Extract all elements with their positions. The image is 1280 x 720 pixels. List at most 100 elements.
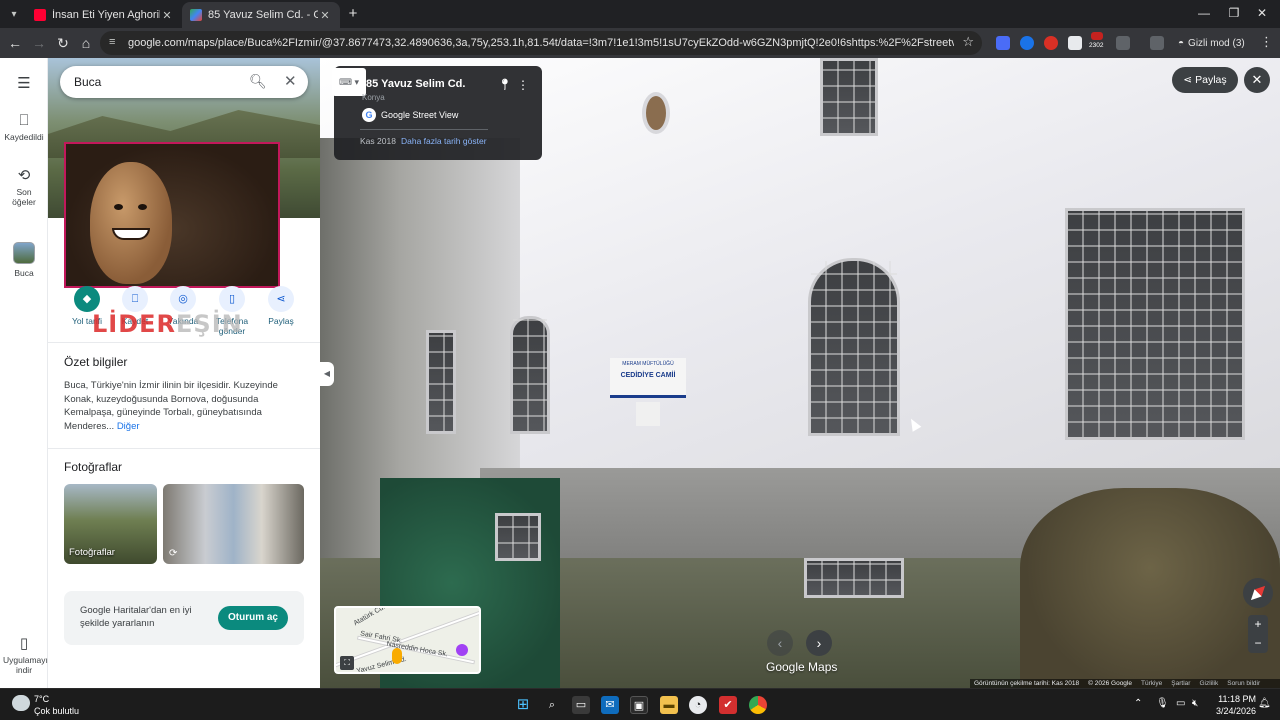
footer-capture-date: Görüntünün çekilme tarihi: Kas 2018: [974, 680, 1080, 687]
tab-close-icon[interactable]: ✕: [160, 9, 174, 22]
footer-region-link[interactable]: Türkiye: [1141, 680, 1162, 687]
webcam-overlay: [64, 142, 280, 288]
search-input[interactable]: Buca: [74, 75, 101, 89]
footer-privacy-link[interactable]: Gizlilik: [1199, 680, 1218, 687]
new-tab-button[interactable]: +: [344, 5, 362, 22]
address-bar[interactable]: ≡ google.com/maps/place/Buca%2FIzmir/@37…: [100, 31, 982, 55]
microphone-icon[interactable]: 🎙︎: [1156, 698, 1169, 709]
more-options-icon[interactable]: ⋮: [517, 78, 529, 92]
more-dates-link[interactable]: Daha fazla tarih göster: [401, 136, 487, 146]
street-view-address: 85 Yavuz Selim Cd.: [366, 78, 466, 90]
share-button[interactable]: ⋖ Paylaş: [254, 286, 308, 326]
close-street-view-icon[interactable]: ✕: [1244, 67, 1270, 93]
poi-icon[interactable]: [456, 644, 468, 656]
extension-icon[interactable]: [1068, 36, 1082, 50]
weather-cloud-icon[interactable]: [12, 695, 30, 711]
rail-item-recent[interactable]: ⟲ Son öğeler: [0, 166, 48, 207]
clear-search-icon[interactable]: ✕: [284, 72, 297, 90]
history-icon: ⟲: [17, 167, 31, 184]
footer-terms-link[interactable]: Şartlar: [1171, 680, 1190, 687]
extensions-puzzle-icon[interactable]: [1116, 36, 1130, 50]
street-view-provider: Google Street View: [381, 110, 459, 120]
minimize-icon[interactable]: —: [1194, 6, 1214, 20]
store-icon[interactable]: ▣: [630, 696, 648, 714]
rail-item-get-app[interactable]: ▯ Uygulamayı indir: [0, 634, 48, 675]
forward-icon[interactable]: →: [30, 34, 48, 52]
zoom-out-button[interactable]: −: [1248, 634, 1268, 653]
place-thumbnail: [13, 242, 35, 264]
place-panel: Buca 🔍︎ ✕ ◆ Yol tarifi ⎕ Kaydet ◎ Yakınd…: [48, 58, 320, 688]
google-maps-logo: Google Maps: [766, 660, 838, 674]
tab-search-list-icon[interactable]: [1150, 36, 1164, 50]
bookmark-star-icon[interactable]: ☆: [962, 34, 974, 50]
overview-title: Özet bilgiler: [64, 355, 128, 369]
rail-item-label: Buca: [14, 268, 34, 278]
street-view-360-icon: ⟳: [169, 548, 178, 559]
outlook-icon[interactable]: ✉: [601, 696, 619, 714]
tab-search-icon[interactable]: ▾: [4, 4, 24, 24]
extension-icon[interactable]: [1091, 32, 1103, 40]
collapse-panel-button[interactable]: ◀: [320, 362, 334, 386]
reload-icon[interactable]: ↻: [54, 34, 72, 52]
next-image-button[interactable]: ›: [806, 630, 832, 656]
signin-card: Google Haritalar'dan en iyi şekilde yara…: [64, 591, 304, 645]
window-close-icon[interactable]: ✕: [1252, 6, 1272, 20]
extension-icon[interactable]: [996, 36, 1010, 50]
home-icon[interactable]: ⌂: [77, 34, 95, 52]
round-window: [642, 92, 670, 134]
chrome-icon[interactable]: [749, 696, 767, 714]
expand-map-icon[interactable]: ⛶: [340, 656, 354, 670]
extension-icon[interactable]: [1020, 36, 1034, 50]
footer-report-link[interactable]: Sorun bildir: [1227, 680, 1260, 687]
potato-face-image: [90, 162, 172, 284]
search-box[interactable]: Buca 🔍︎ ✕: [60, 66, 308, 98]
restore-icon[interactable]: ❐: [1224, 6, 1244, 20]
incognito-indicator[interactable]: ◓ Gizli mod (3): [1178, 34, 1245, 52]
mini-map[interactable]: Atatürk Cd. Sair Fahri Sk. Nasreddin Hoc…: [334, 606, 481, 674]
rail-item-buca[interactable]: Buca: [0, 242, 48, 278]
nearby-icon: ◎: [170, 286, 196, 312]
photo-thumbnail[interactable]: Fotoğraflar: [64, 484, 157, 564]
browser-menu-icon[interactable]: ⋮: [1260, 34, 1273, 50]
zoom-in-button[interactable]: +: [1248, 615, 1268, 634]
search-icon[interactable]: ⌕: [543, 696, 561, 714]
weather-desc[interactable]: Çok bulutlu: [34, 706, 79, 716]
app-red-icon[interactable]: ✔: [719, 696, 737, 714]
keyboard-icon[interactable]: ⌨ ▾: [332, 68, 366, 96]
browser-tab[interactable]: İnsan Eti Yiyen Aghoriler | Ölüle ✕: [26, 2, 182, 28]
search-icon[interactable]: 🔍︎: [249, 73, 267, 90]
pegman-icon[interactable]: [392, 648, 402, 664]
location-pin-icon[interactable]: 📍︎: [498, 78, 512, 91]
menu-button[interactable]: ☰: [0, 74, 48, 95]
site-info-icon[interactable]: ≡: [109, 36, 115, 48]
signin-button[interactable]: Oturum aç: [218, 606, 288, 630]
volume-icon[interactable]: 🔇︎: [1192, 698, 1198, 709]
app-icon[interactable]: ◔: [689, 696, 707, 714]
street-view-share-button[interactable]: ⋖ Paylaş: [1172, 67, 1238, 93]
clock-date[interactable]: 3/24/2026: [1210, 706, 1256, 716]
directions-icon: ◆: [74, 286, 100, 312]
back-icon[interactable]: ←: [6, 34, 24, 52]
weather-temp[interactable]: 7°C: [34, 694, 49, 704]
browser-tabstrip: ▾ İnsan Eti Yiyen Aghoriler | Ölüle ✕ 85…: [0, 0, 1280, 28]
divider: [48, 448, 320, 449]
extension-icon[interactable]: [1044, 36, 1058, 50]
network-icon[interactable]: ▭: [1176, 698, 1185, 709]
task-view-icon[interactable]: ▭: [572, 696, 590, 714]
compass-icon[interactable]: [1243, 578, 1273, 608]
watermark-logo: LİDEREŞİN: [92, 310, 243, 338]
file-explorer-icon[interactable]: ▬: [660, 696, 678, 714]
hamburger-menu-icon: ☰: [17, 75, 31, 92]
url-text[interactable]: google.com/maps/place/Buca%2FIzmir/@37.8…: [128, 37, 954, 49]
start-icon[interactable]: ⊞: [514, 696, 532, 714]
tab-close-icon[interactable]: ✕: [318, 9, 332, 22]
tray-overflow-icon[interactable]: ⌃: [1134, 698, 1142, 709]
notifications-icon[interactable]: 🔔︎: [1258, 698, 1271, 709]
more-link[interactable]: Diğer: [117, 421, 140, 432]
previous-image-button[interactable]: ‹: [767, 630, 793, 656]
clock-time[interactable]: 11:18 PM: [1214, 694, 1256, 704]
street-view-info-card: ⌨ ▾ 85 Yavuz Selim Cd. Konya 📍︎ ⋮ G Goog…: [332, 66, 542, 160]
browser-tab-active[interactable]: 85 Yavuz Selim Cd. - Google Ha ✕: [182, 2, 340, 28]
street-view-thumbnail[interactable]: ⟳: [163, 484, 304, 564]
rail-item-saved[interactable]: ⎕ Kaydedildi: [0, 112, 48, 142]
